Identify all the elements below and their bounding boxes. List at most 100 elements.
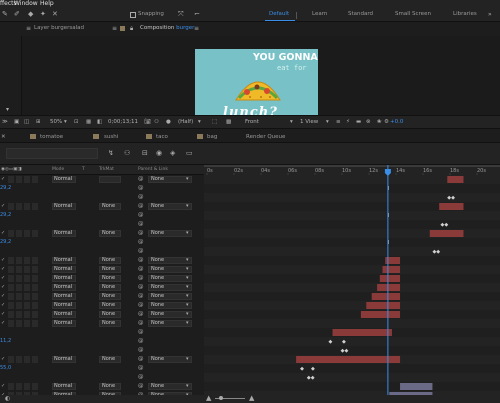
draft-3d-icon[interactable]: ↯	[108, 149, 114, 157]
layer-switch[interactable]	[8, 284, 14, 291]
timecode[interactable]: 0;00;13;11	[108, 119, 138, 125]
layer-switch[interactable]	[8, 230, 14, 237]
chevron-down-icon[interactable]: ▾	[186, 266, 189, 272]
layer-switch[interactable]	[16, 383, 22, 390]
layer-row[interactable]: ✓ Normal None @ None ▾	[0, 274, 204, 283]
layer-switch[interactable]	[16, 176, 22, 183]
roi-icon[interactable]: ⬚	[212, 119, 217, 125]
visibility-icon[interactable]: ✓	[1, 302, 5, 308]
pick-whip-icon[interactable]: @	[138, 347, 144, 353]
chevron-down-icon[interactable]: ▾	[186, 356, 189, 362]
show-snapshot-icon[interactable]: ⚇	[154, 119, 159, 125]
reset-exposure-icon[interactable]: ❀	[377, 119, 382, 125]
layer-switch[interactable]	[32, 176, 38, 183]
layer-switch[interactable]	[32, 356, 38, 363]
always-preview-icon[interactable]: ≫	[2, 119, 8, 125]
track-matte-select[interactable]: None	[99, 284, 121, 291]
layer-switch[interactable]	[24, 320, 30, 327]
pick-whip-icon[interactable]: @	[138, 203, 144, 209]
layer-row[interactable]: ✓ Normal None @ None ▾	[0, 319, 204, 328]
layer-switch[interactable]	[24, 356, 30, 363]
property-row[interactable]: @	[0, 346, 204, 355]
visibility-icon[interactable]: ✓	[1, 356, 5, 362]
zoom-in-icon[interactable]: ▲	[249, 394, 254, 402]
menu-window[interactable]: Window	[14, 0, 38, 8]
visibility-icon[interactable]: ✓	[1, 257, 5, 263]
property-row[interactable]: 29,2 @	[0, 238, 204, 247]
visibility-icon[interactable]: ✓	[1, 320, 5, 326]
pick-whip-icon[interactable]: @	[138, 275, 144, 281]
tab-render-queue[interactable]: Render Queue	[246, 134, 285, 140]
layer-switch[interactable]	[32, 383, 38, 390]
layer-switch[interactable]	[24, 284, 30, 291]
layer-switch[interactable]	[24, 230, 30, 237]
grid-icon[interactable]: ⊞	[36, 119, 41, 125]
pick-whip-icon[interactable]: @	[138, 374, 144, 380]
pick-whip-icon[interactable]: @	[138, 329, 144, 335]
layer-switch[interactable]	[24, 383, 30, 390]
blend-mode-select[interactable]: Normal	[52, 176, 76, 183]
property-row[interactable]: 55,0 @	[0, 364, 204, 373]
property-row[interactable]: @	[0, 328, 204, 337]
layer-switch[interactable]	[8, 383, 14, 390]
layer-switch[interactable]	[16, 203, 22, 210]
zoom-slider-handle[interactable]	[219, 396, 223, 400]
track-matte-select[interactable]: None	[99, 230, 121, 237]
chevron-down-icon[interactable]: ▾	[186, 176, 189, 182]
track-matte-select[interactable]: None	[99, 356, 121, 363]
property-value[interactable]: 29,2	[0, 239, 11, 245]
snap-options-icon[interactable]: ⤧	[178, 10, 184, 19]
layer-switch[interactable]	[24, 176, 30, 183]
chevron-down-icon[interactable]: ▾	[186, 275, 189, 281]
lock-icon[interactable]: 🔒︎	[130, 25, 133, 33]
layer-row[interactable]: ✓ Normal None @ None ▾	[0, 202, 204, 211]
chevron-down-icon[interactable]: ▾	[186, 320, 189, 326]
layer-switch[interactable]	[24, 302, 30, 309]
layer-switch[interactable]	[16, 356, 22, 363]
chevron-down-icon[interactable]: ▾	[186, 284, 189, 290]
pick-whip-icon[interactable]: @	[138, 266, 144, 272]
pin-icon[interactable]: ✕	[52, 10, 58, 18]
snapshot-icon[interactable]: 📷︎	[144, 119, 151, 125]
resolution-select[interactable]: (Half)	[178, 119, 193, 125]
layer-row[interactable]: ✓ Normal @ None ▾	[0, 175, 204, 184]
layer-switch[interactable]	[24, 203, 30, 210]
layer-switch[interactable]	[32, 293, 38, 300]
layer-switch[interactable]	[32, 311, 38, 318]
graph-editor-icon[interactable]: ◈	[170, 149, 175, 157]
chevron-down-icon[interactable]: ▾	[186, 293, 189, 299]
layer-switch[interactable]	[8, 266, 14, 273]
layer-switch[interactable]	[16, 320, 22, 327]
blend-mode-select[interactable]: Normal	[52, 356, 76, 363]
chevron-down-icon[interactable]: ▾	[186, 383, 189, 389]
dropdown-icon[interactable]: ▾	[6, 106, 9, 113]
layer-switch[interactable]	[32, 257, 38, 264]
layer-switch[interactable]	[16, 311, 22, 318]
layer-switch[interactable]	[8, 320, 14, 327]
puppet-pin-icon[interactable]: ✎	[2, 10, 8, 18]
flowchart-icon[interactable]: ⊗	[366, 119, 371, 125]
track-matte-select[interactable]: None	[99, 302, 121, 309]
gear-icon[interactable]: ⚙	[384, 119, 389, 125]
workspace-standard[interactable]: Standard	[348, 11, 373, 17]
zoom-out-icon[interactable]: ▲	[206, 394, 211, 402]
track-matte-select[interactable]: None	[99, 203, 121, 210]
property-value[interactable]: 29,2	[0, 185, 11, 191]
blend-mode-select[interactable]: Normal	[52, 203, 76, 210]
layer-row[interactable]: ✓ Normal None @ None ▾	[0, 355, 204, 364]
layer-switch[interactable]	[24, 293, 30, 300]
layer-switch[interactable]	[32, 320, 38, 327]
blend-mode-select[interactable]: Normal	[52, 311, 76, 318]
layer-switch[interactable]	[16, 302, 22, 309]
blend-mode-select[interactable]: Normal	[52, 275, 76, 282]
track-matte-select[interactable]: None	[99, 257, 121, 264]
tab-layer[interactable]: Layer burgersalad	[34, 25, 84, 31]
panel-menu-icon[interactable]: ≡	[112, 25, 117, 32]
blend-mode-select[interactable]: Normal	[52, 266, 76, 273]
layer-switch[interactable]	[16, 230, 22, 237]
pick-whip-icon[interactable]: @	[138, 302, 144, 308]
snap-guide-icon[interactable]: ⌐	[194, 10, 200, 18]
visibility-icon[interactable]: ✓	[1, 203, 5, 209]
layer-row[interactable]: ✓ Normal None @ None ▾	[0, 265, 204, 274]
layer-switch[interactable]	[8, 275, 14, 282]
